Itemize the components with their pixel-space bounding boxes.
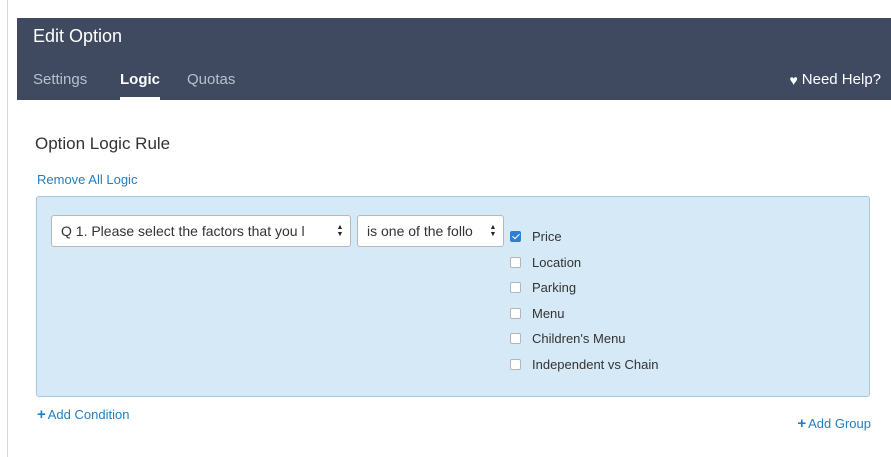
option-price[interactable]: Price — [510, 224, 658, 250]
option-label: Children's Menu — [532, 331, 626, 347]
operator-select-value: is one of the follo — [367, 223, 473, 239]
add-condition-link[interactable]: + Add Condition — [37, 407, 129, 422]
option-menu[interactable]: Menu — [510, 301, 658, 327]
tab-logic[interactable]: Logic — [120, 71, 160, 100]
checkbox[interactable] — [510, 282, 521, 294]
option-location[interactable]: Location — [510, 250, 658, 276]
add-condition-label: Add Condition — [47, 407, 130, 422]
question-select-value: Q 1. Please select the factors that you … — [61, 223, 305, 239]
need-help-link[interactable]: ♥ Need Help? — [789, 71, 881, 88]
left-divider — [0, 0, 8, 457]
plus-icon: + — [797, 415, 807, 432]
operator-select[interactable]: is one of the follo ▲ ▼ — [357, 215, 504, 247]
option-label: Parking — [532, 280, 577, 296]
option-label: Price — [532, 229, 562, 245]
tab-settings[interactable]: Settings — [33, 71, 87, 88]
checkbox-checked[interactable] — [510, 231, 521, 243]
checkbox[interactable] — [510, 358, 521, 370]
question-select[interactable]: Q 1. Please select the factors that you … — [51, 215, 351, 247]
add-group-label: Add Group — [808, 416, 871, 431]
option-childrens-menu[interactable]: Children's Menu — [510, 326, 658, 352]
checkbox[interactable] — [510, 333, 521, 345]
select-arrows-icon: ▲ ▼ — [487, 216, 499, 246]
option-parking[interactable]: Parking — [510, 275, 658, 301]
section-title: Option Logic Rule — [35, 134, 171, 153]
tab-quotas[interactable]: Quotas — [187, 71, 235, 88]
heart-icon: ♥ — [789, 71, 798, 88]
answer-options-list: Price Location Parking Menu Children's M… — [510, 224, 658, 377]
checkbox[interactable] — [510, 256, 521, 268]
need-help-label: Need Help? — [801, 71, 881, 88]
option-label: Independent vs Chain — [532, 356, 659, 372]
option-independent-vs-chain[interactable]: Independent vs Chain — [510, 352, 658, 378]
dialog-title: Edit Option — [33, 26, 123, 46]
option-label: Menu — [532, 305, 565, 321]
edit-option-header: Edit Option Settings Logic Quotas ♥ Need… — [17, 18, 891, 100]
checkbox[interactable] — [510, 307, 521, 319]
add-group-link[interactable]: + Add Group — [797, 416, 871, 431]
remove-all-logic-link[interactable]: Remove All Logic — [37, 172, 137, 187]
option-label: Location — [532, 254, 582, 270]
select-arrows-icon: ▲ ▼ — [334, 216, 346, 246]
logic-rule-group: Q 1. Please select the factors that you … — [36, 196, 870, 397]
plus-icon: + — [37, 406, 46, 423]
